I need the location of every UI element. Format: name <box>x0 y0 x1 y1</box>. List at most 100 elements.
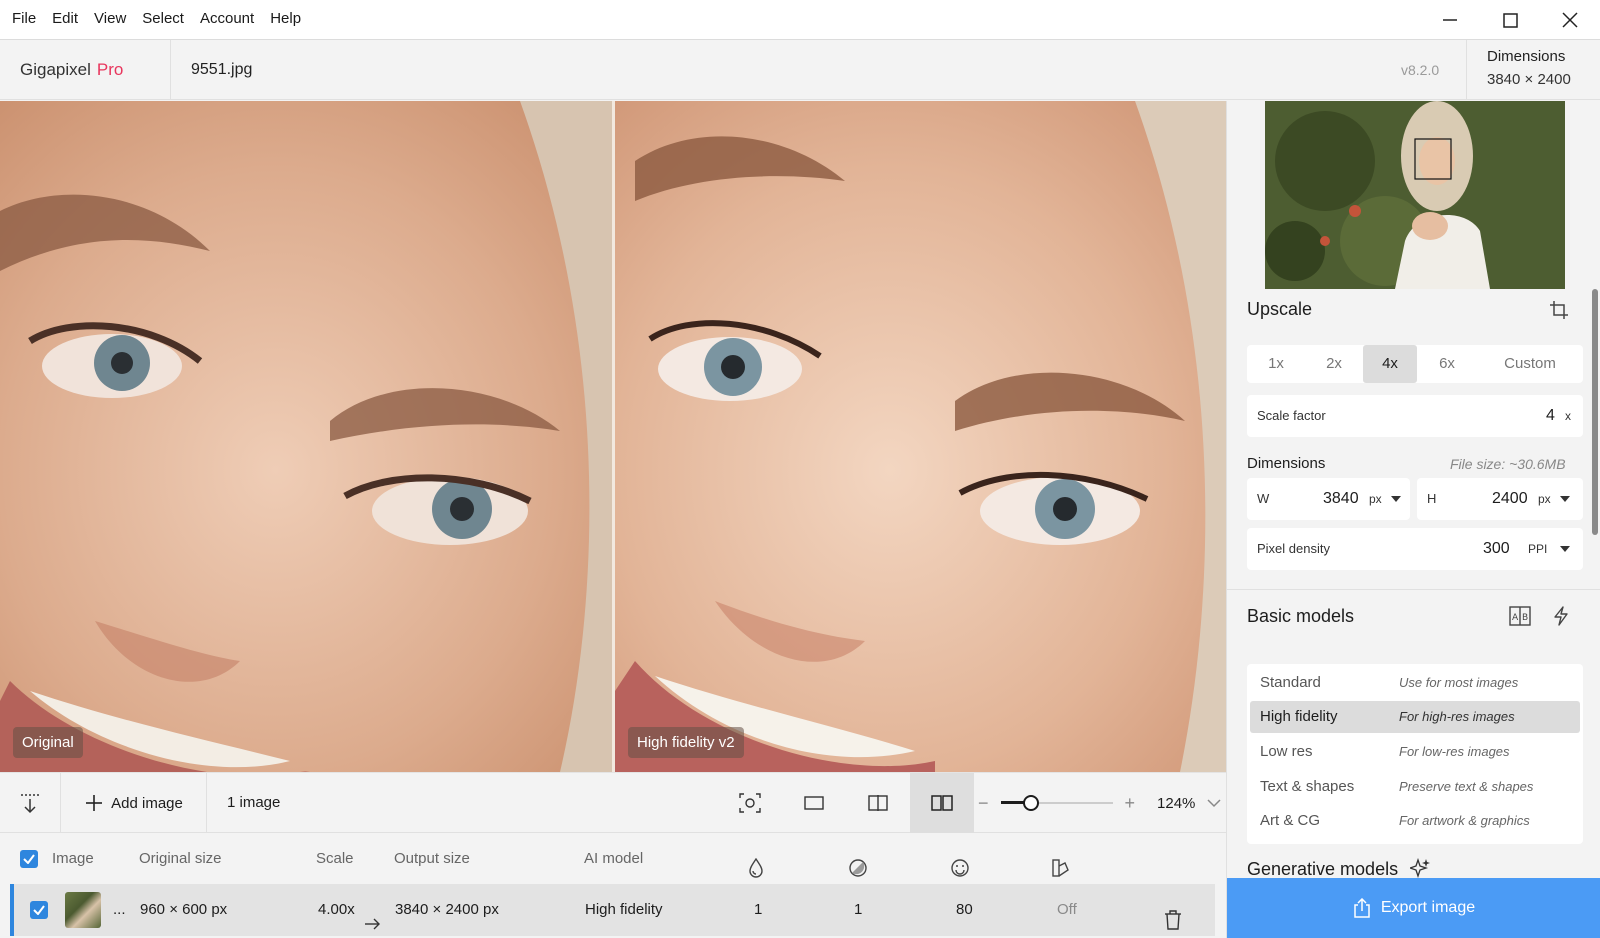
model-description: For low-res images <box>1399 744 1510 759</box>
image-count: 1 image <box>227 794 281 811</box>
model-text-shapes[interactable]: Text & shapes Preserve text & shapes <box>1250 771 1580 803</box>
row-face-value: 80 <box>956 901 973 918</box>
panel-scrollbar[interactable] <box>1592 289 1598 535</box>
menu-view[interactable]: View <box>86 0 134 40</box>
side-by-side-button[interactable] <box>910 773 974 833</box>
row-color-value: Off <box>1057 901 1077 918</box>
model-description: Preserve text & shapes <box>1399 779 1534 794</box>
original-preview[interactable]: Original <box>0 101 612 772</box>
export-image-button[interactable]: Export image <box>1227 878 1600 938</box>
window-controls <box>1420 0 1600 40</box>
maximize-button[interactable] <box>1480 0 1540 40</box>
single-view-button[interactable] <box>782 773 846 833</box>
scale-option-6x[interactable]: 6x <box>1417 345 1477 383</box>
scale-option-2x[interactable]: 2x <box>1305 345 1363 383</box>
preview-area[interactable]: Original High fidelity v2 <box>0 101 1226 772</box>
navigator-thumbnail[interactable] <box>1265 101 1565 289</box>
column-scale[interactable]: Scale <box>316 834 354 884</box>
image-thumbnail <box>65 892 101 928</box>
model-art-cg[interactable]: Art & CG For artwork & graphics <box>1250 805 1580 837</box>
menu-file[interactable]: File <box>0 0 44 40</box>
export-image-label: Export image <box>1380 899 1476 916</box>
svg-text:B: B <box>1522 613 1528 623</box>
app-version: v8.2.0 <box>1401 62 1440 78</box>
close-button[interactable] <box>1540 0 1600 40</box>
minimize-button[interactable] <box>1420 0 1480 40</box>
scale-factor-value[interactable]: 4 <box>1546 395 1555 437</box>
chevron-down-icon[interactable] <box>1207 795 1221 811</box>
zoom-out-button[interactable]: − <box>978 793 989 814</box>
settings-panel: Upscale 1x 2x 4x 6x Custom Scale factor … <box>1226 101 1600 938</box>
height-field[interactable]: H 2400 px <box>1417 478 1583 520</box>
pixel-density-field[interactable]: Pixel density 300 PPI <box>1247 528 1583 570</box>
row-ellipsis: ... <box>113 901 126 918</box>
column-image[interactable]: Image <box>52 834 94 884</box>
column-output-size[interactable]: Output size <box>394 834 470 884</box>
menu-help[interactable]: Help <box>262 0 309 40</box>
upscale-title: Upscale <box>1247 299 1313 319</box>
height-value[interactable]: 2400 <box>1492 478 1528 520</box>
caret-down-icon[interactable] <box>1391 496 1401 502</box>
scale-option-4x[interactable]: 4x <box>1363 345 1417 383</box>
model-name: Text & shapes <box>1260 778 1355 795</box>
color-column-icon <box>1051 849 1071 877</box>
enhanced-preview[interactable]: High fidelity v2 <box>615 101 1226 772</box>
scale-factor-unit: x <box>1565 409 1571 423</box>
table-row[interactable]: ... 960 × 600 px 4.00x 3840 × 2400 px Hi… <box>10 884 1215 936</box>
row-sharpen-value: 1 <box>854 901 863 918</box>
scale-option-1x[interactable]: 1x <box>1247 345 1305 383</box>
width-field[interactable]: W 3840 px <box>1247 478 1410 520</box>
svg-text:A: A <box>1512 613 1519 623</box>
trash-icon[interactable] <box>1164 900 1182 930</box>
checkmark-icon <box>30 901 48 919</box>
scale-option-custom[interactable]: Custom <box>1477 345 1583 383</box>
scale-factor-field[interactable]: Scale factor 4 x <box>1247 395 1583 437</box>
menu-select[interactable]: Select <box>134 0 192 40</box>
add-image-button[interactable]: Add image <box>62 773 207 833</box>
column-original-size[interactable]: Original size <box>139 834 222 884</box>
model-name: Low res <box>1260 743 1313 760</box>
row-output-size: 3840 × 2400 px <box>395 901 499 918</box>
screenshot-button[interactable] <box>718 773 782 833</box>
image-table: Image Original size Scale Output size AI… <box>0 834 1226 938</box>
crop-icon[interactable] <box>1549 300 1569 325</box>
zoom-in-button[interactable]: + <box>1125 793 1136 814</box>
row-checkbox[interactable] <box>30 901 48 919</box>
model-description: For artwork & graphics <box>1399 813 1530 828</box>
model-low-res[interactable]: Low res For low-res images <box>1250 736 1580 768</box>
export-icon <box>1354 898 1370 918</box>
zoom-slider-handle[interactable] <box>1022 795 1039 811</box>
pixel-density-unit[interactable]: PPI <box>1528 528 1547 570</box>
model-description: Use for most images <box>1399 675 1519 690</box>
height-unit[interactable]: px <box>1538 478 1551 520</box>
menu-account[interactable]: Account <box>192 0 262 40</box>
checkmark-icon <box>20 850 38 868</box>
basic-models-title: Basic models <box>1247 606 1355 626</box>
navigator-image <box>1265 101 1565 289</box>
compare-models-icon[interactable]: AB <box>1509 606 1531 631</box>
pixel-density-value[interactable]: 300 <box>1483 528 1510 570</box>
pixel-density-label: Pixel density <box>1257 541 1330 556</box>
menu-bar: File Edit View Select Account Help <box>0 0 1600 40</box>
split-view-button[interactable] <box>846 773 910 833</box>
zoom-value[interactable]: 124% <box>1157 795 1195 812</box>
zoom-slider[interactable] <box>1000 795 1113 811</box>
face-column-icon <box>950 849 970 877</box>
height-label: H <box>1427 491 1437 506</box>
caret-down-icon[interactable] <box>1560 496 1570 502</box>
brand-name: Gigapixel <box>20 60 91 79</box>
column-ai-model[interactable]: AI model <box>584 834 643 884</box>
width-unit[interactable]: px <box>1369 478 1382 520</box>
caret-down-icon[interactable] <box>1560 546 1570 552</box>
lightning-icon[interactable] <box>1553 606 1569 631</box>
import-button[interactable] <box>0 773 61 833</box>
scale-selector: 1x 2x 4x 6x Custom <box>1247 345 1583 383</box>
menu-edit[interactable]: Edit <box>44 0 86 40</box>
single-view-icon <box>804 796 824 810</box>
select-all-checkbox[interactable] <box>20 850 38 868</box>
model-high-fidelity[interactable]: High fidelity For high-res images <box>1250 701 1580 733</box>
model-standard[interactable]: Standard Use for most images <box>1250 667 1580 699</box>
file-size: File size: ~30.6MB <box>1450 456 1566 472</box>
width-value[interactable]: 3840 <box>1323 478 1359 520</box>
arrow-right-icon <box>364 902 380 930</box>
